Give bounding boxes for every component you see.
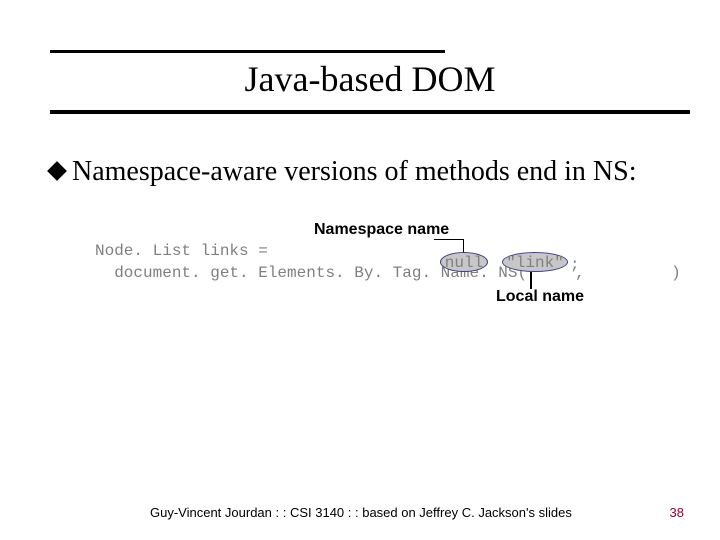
local-name-label: Local name <box>496 288 584 306</box>
diamond-bullet-icon <box>47 161 67 181</box>
code-line-2: document. get. Elements. By. Tag. Name. … <box>95 264 681 282</box>
title-rule-top <box>50 50 445 53</box>
footer-attribution: Guy-Vincent Jourdan : : CSI 3140 : : bas… <box>150 505 572 520</box>
code-tail: ; <box>570 256 580 274</box>
bullet-text: Namespace-aware versions of methods end … <box>72 156 637 187</box>
code-block: Node. List links = document. get. Elemen… <box>95 240 681 285</box>
page-number: 38 <box>670 505 684 520</box>
code-arg-link-highlight: "link" <box>502 252 568 272</box>
title-rule-bottom <box>50 110 690 114</box>
local-connector <box>530 272 532 289</box>
bullet-item: Namespace-aware versions of methods end … <box>50 155 690 189</box>
namespace-label: Namespace name <box>314 221 449 239</box>
code-arg-null-highlight: null <box>440 252 488 272</box>
slide: Java-based DOM Namespace-aware versions … <box>0 0 720 540</box>
slide-title: Java-based DOM <box>50 58 690 100</box>
code-line-1: Node. List links = <box>95 242 268 260</box>
